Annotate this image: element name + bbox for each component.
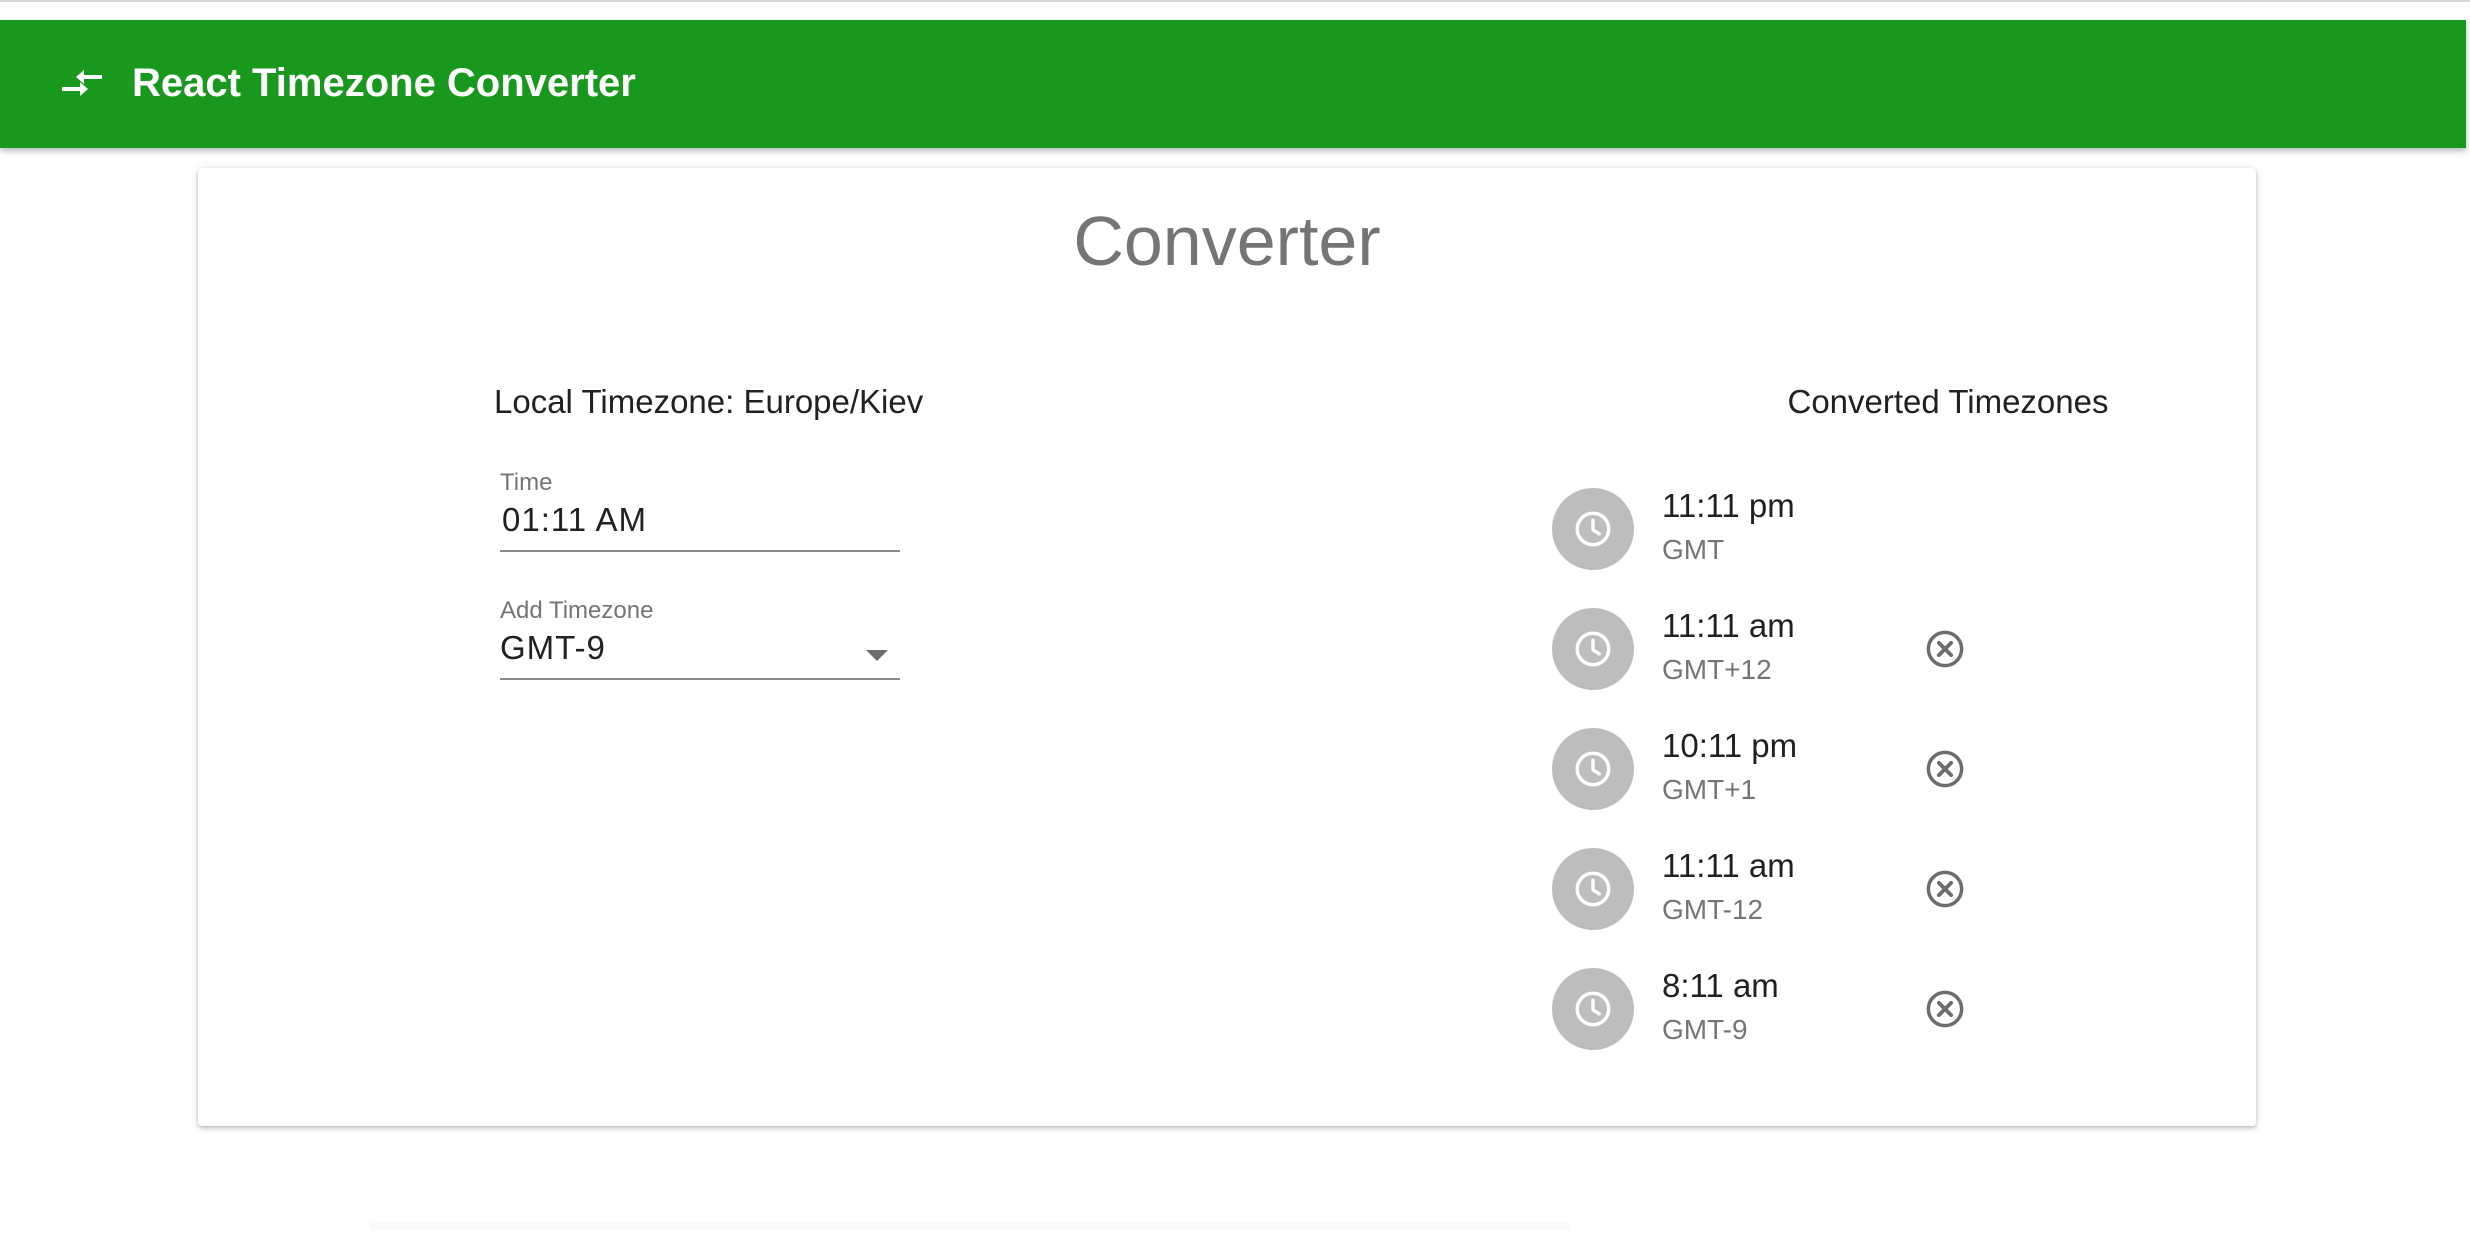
- app-bar: React Timezone Converter: [0, 20, 2466, 148]
- compare-arrows-icon: [58, 64, 106, 104]
- converted-zone: GMT-12: [1662, 894, 1764, 925]
- time-field-label: Time: [500, 469, 553, 496]
- list-item: 11:11 am GMT+12: [1552, 607, 2152, 728]
- converter-card: Converter Local Timezone: Europe/Kiev Ti…: [198, 168, 2256, 1126]
- dropdown-arrow-icon[interactable]: [866, 650, 888, 661]
- clock-icon: [1552, 728, 1634, 810]
- add-timezone-select[interactable]: Add Timezone GMT-9: [500, 596, 900, 680]
- time-input[interactable]: 01:11 AM: [500, 498, 900, 550]
- remove-timezone-button[interactable]: [1922, 986, 1968, 1032]
- list-item: 10:11 pm GMT+1: [1552, 727, 2152, 848]
- converted-zone: GMT+1: [1662, 774, 1757, 805]
- clock-icon: [1552, 848, 1634, 930]
- remove-timezone-button[interactable]: [1922, 746, 1968, 792]
- cancel-circle-icon: [1926, 750, 1964, 788]
- add-timezone-value[interactable]: GMT-9: [500, 626, 900, 678]
- clock-icon: [1552, 608, 1634, 690]
- card-title: Converter: [1073, 202, 1381, 280]
- converted-zone: GMT: [1662, 534, 1725, 565]
- converted-zone: GMT+12: [1662, 654, 1772, 685]
- list-item: 11:11 pm GMT: [1552, 487, 2152, 608]
- converted-time: 10:11 pm: [1662, 727, 1798, 764]
- converted-timezones-title: Converted Timezones: [1787, 383, 2109, 420]
- remove-timezone-button[interactable]: [1922, 866, 1968, 912]
- remove-timezone-button[interactable]: [1922, 626, 1968, 672]
- list-item: 8:11 am GMT-9: [1552, 967, 2152, 1088]
- list-item: 11:11 am GMT-12: [1552, 847, 2152, 968]
- cancel-circle-icon: [1926, 630, 1964, 668]
- app-title: React Timezone Converter: [132, 61, 636, 105]
- converted-zone: GMT-9: [1662, 1014, 1748, 1045]
- cancel-circle-icon: [1926, 990, 1964, 1028]
- clock-icon: [1552, 968, 1634, 1050]
- converted-time: 11:11 am: [1662, 607, 1795, 644]
- converted-time: 11:11 am: [1662, 847, 1795, 884]
- clock-icon: [1552, 488, 1634, 570]
- cancel-circle-icon: [1926, 870, 1964, 908]
- browser-top-edge: [0, 0, 2470, 20]
- local-timezone-label: Local Timezone: Europe/Kiev: [494, 383, 924, 420]
- converted-time: 11:11 pm: [1662, 487, 1795, 524]
- bottom-divider: [370, 1222, 1570, 1230]
- add-timezone-label: Add Timezone: [500, 597, 654, 624]
- converted-time: 8:11 am: [1662, 967, 1779, 1004]
- time-field[interactable]: Time 01:11 AM: [500, 468, 900, 552]
